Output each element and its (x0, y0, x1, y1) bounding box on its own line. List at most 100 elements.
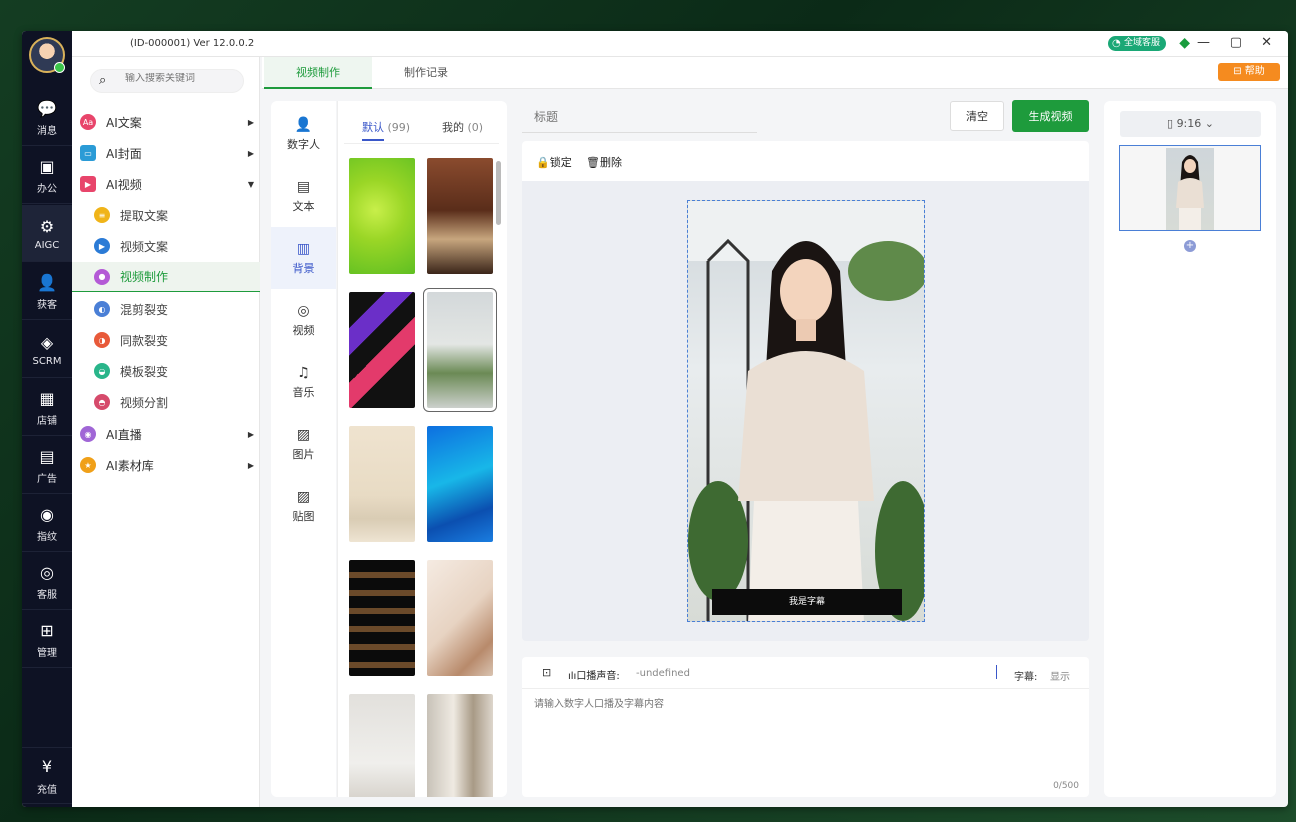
top-tabs: 视频制作 制作记录 ⊟ 帮助 (262, 57, 1288, 89)
office-icon: ▣ (39, 156, 55, 176)
category-sticker[interactable]: ▨ 贴图 (271, 475, 336, 537)
ai-copy-icon: Aa (80, 114, 96, 130)
aigc-icon: ⚙ (39, 216, 55, 236)
subtitle-label: 字幕: (1014, 672, 1038, 683)
grid-scrollbar[interactable] (496, 161, 501, 225)
voice-label[interactable]: ılı口播声音: (568, 667, 620, 682)
minimize-button[interactable]: — (1197, 35, 1210, 50)
menu-item-video-make[interactable]: ● 视频制作 (72, 262, 260, 292)
ads-icon: ▤ (39, 446, 55, 466)
rail-item-aigc[interactable]: ⚙ AIGC (22, 205, 72, 262)
background-thumb[interactable] (427, 426, 493, 542)
menu-item-ai-library[interactable]: ★ AI素材库 ▶ (72, 450, 260, 480)
left-rail: 💬 消息 ▣ 办公 ⚙ AIGC 👤 获客 ◈ SCRM ▦ 店铺 ▤ 广告 ◉ (22, 31, 72, 807)
menu-item-ai-video[interactable]: ▶ AI视频 ▼ (72, 169, 260, 199)
add-page-button[interactable]: + (1184, 240, 1196, 252)
recharge-icon: ¥ (41, 757, 53, 776)
version-label: (ID-000001) Ver 12.0.0.2 (130, 38, 255, 49)
category-image[interactable]: ▨ 图片 (271, 413, 336, 475)
clear-button[interactable]: 清空 (950, 101, 1004, 131)
chevron-right-icon: ▶ (247, 148, 254, 158)
fingerprint-icon: ◉ (40, 504, 54, 524)
category-digital-human[interactable]: 👤 数字人 (271, 103, 336, 165)
subtab-mine[interactable]: 我的 (0) (442, 119, 483, 135)
background-thumb[interactable] (349, 560, 415, 676)
page-preview-panel: ▯ 9:16 ⌄ + (1104, 101, 1276, 797)
generate-video-button[interactable]: 生成视频 (1012, 100, 1089, 132)
menu-item-same-split[interactable]: ◑ 同款裂变 (72, 325, 260, 355)
layers-icon[interactable]: ◆ (1179, 35, 1190, 51)
text-icon[interactable]: ⊡ (542, 666, 551, 679)
rail-item-support[interactable]: ◎ 客服 (22, 553, 72, 610)
category-video[interactable]: ◎ 视频 (271, 289, 336, 351)
search-input[interactable] (125, 73, 237, 84)
rail-item-ads[interactable]: ▤ 广告 (22, 437, 72, 494)
category-background[interactable]: ▥ 背景 (271, 227, 336, 289)
rail-item-customers[interactable]: 👤 获客 (22, 263, 72, 320)
subtitle-toggle[interactable]: 显示 (1050, 668, 1070, 683)
tab-records[interactable]: 制作记录 (372, 57, 480, 89)
avatar[interactable] (29, 37, 65, 73)
menu-item-mix-split[interactable]: ◐ 混剪裂变 (72, 294, 260, 324)
category-text[interactable]: ▤ 文本 (271, 165, 336, 227)
background-thumb[interactable] (349, 694, 415, 797)
background-thumb[interactable] (349, 292, 415, 408)
search-icon: ⌕ (99, 73, 107, 88)
rail-item-shop[interactable]: ▦ 店铺 (22, 379, 72, 436)
menu-item-extract-copy[interactable]: ≡ 提取文案 (72, 200, 260, 230)
category-music[interactable]: ♫ 音乐 (271, 351, 336, 413)
digital-human-icon: 👤 (294, 116, 313, 133)
menu-item-ai-live[interactable]: ◉ AI直播 ▶ (72, 419, 260, 449)
rail-item-scrm[interactable]: ◈ SCRM (22, 321, 72, 378)
menu-item-video-copy[interactable]: ▶ 视频文案 (72, 231, 260, 261)
presenter-figure (688, 201, 924, 621)
sticker-icon: ▨ (296, 488, 311, 505)
rail-item-fingerprint[interactable]: ◉ 指纹 (22, 495, 72, 552)
background-thumb[interactable] (349, 158, 415, 274)
video-stage[interactable]: 我是字幕 (687, 200, 925, 622)
search-box[interactable]: ⌕ (90, 69, 244, 93)
rail-item-messages[interactable]: 💬 消息 (22, 89, 72, 146)
tab-video-make[interactable]: 视频制作 (264, 57, 372, 89)
help-button[interactable]: ⊟ 帮助 (1218, 63, 1280, 81)
subtitle-caption[interactable]: 我是字幕 (712, 589, 902, 615)
menu-item-template-split[interactable]: ◒ 模板裂变 (72, 356, 260, 386)
material-grid: 默认 (99) 我的 (0) (337, 101, 507, 797)
page-thumbnail-image (1166, 148, 1214, 230)
background-thumb[interactable] (349, 426, 415, 542)
script-textarea[interactable] (534, 695, 1074, 765)
aspect-ratio-select[interactable]: ▯ 9:16 ⌄ (1120, 111, 1261, 137)
trash-icon: 🗑 (586, 156, 600, 169)
page-thumbnail[interactable] (1119, 145, 1261, 231)
menu-item-ai-copy[interactable]: Aa AI文案 ▶ (72, 107, 260, 137)
menu-item-video-cut[interactable]: ◓ 视频分割 (72, 387, 260, 417)
help-icon: ⊟ (1233, 66, 1245, 77)
title-input[interactable] (522, 101, 757, 133)
rail-item-recharge[interactable]: ¥ 充值 (22, 747, 72, 804)
background-thumb-selected[interactable] (423, 288, 497, 412)
background-thumb[interactable] (427, 694, 493, 797)
mix-split-icon: ◐ (94, 301, 110, 317)
presenter-thumbnail (1176, 155, 1204, 230)
video-icon: ◎ (297, 302, 310, 319)
subtab-default[interactable]: 默认 (99) (362, 119, 410, 141)
chevron-right-icon: ▶ (247, 460, 254, 470)
phone-icon: ▯ (1167, 117, 1177, 130)
rail-item-manage[interactable]: ⊞ 管理 (22, 611, 72, 668)
live-icon: ◉ (80, 426, 96, 442)
close-button[interactable]: ✕ (1261, 35, 1272, 50)
background-thumb[interactable] (427, 158, 493, 274)
delete-button[interactable]: 🗑删除 (586, 154, 622, 170)
maximize-button[interactable]: ▢ (1230, 35, 1242, 50)
script-panel: ⊡ ılı口播声音: -undefined 字幕: 显示 0/500 (522, 657, 1089, 797)
char-count: 0/500 (1053, 781, 1079, 791)
music-icon: ♫ (297, 364, 310, 381)
background-thumb[interactable] (427, 560, 493, 676)
rail-item-office[interactable]: ▣ 办公 (22, 147, 72, 204)
video-make-icon: ● (94, 268, 110, 285)
extract-copy-icon: ≡ (94, 207, 110, 223)
customer-service-badge[interactable]: 全域客服 (1107, 36, 1166, 51)
lock-button[interactable]: 🔒锁定 (536, 154, 572, 170)
menu-item-ai-cover[interactable]: ▭ AI封面 ▶ (72, 138, 260, 168)
message-icon: 💬 (37, 98, 57, 118)
